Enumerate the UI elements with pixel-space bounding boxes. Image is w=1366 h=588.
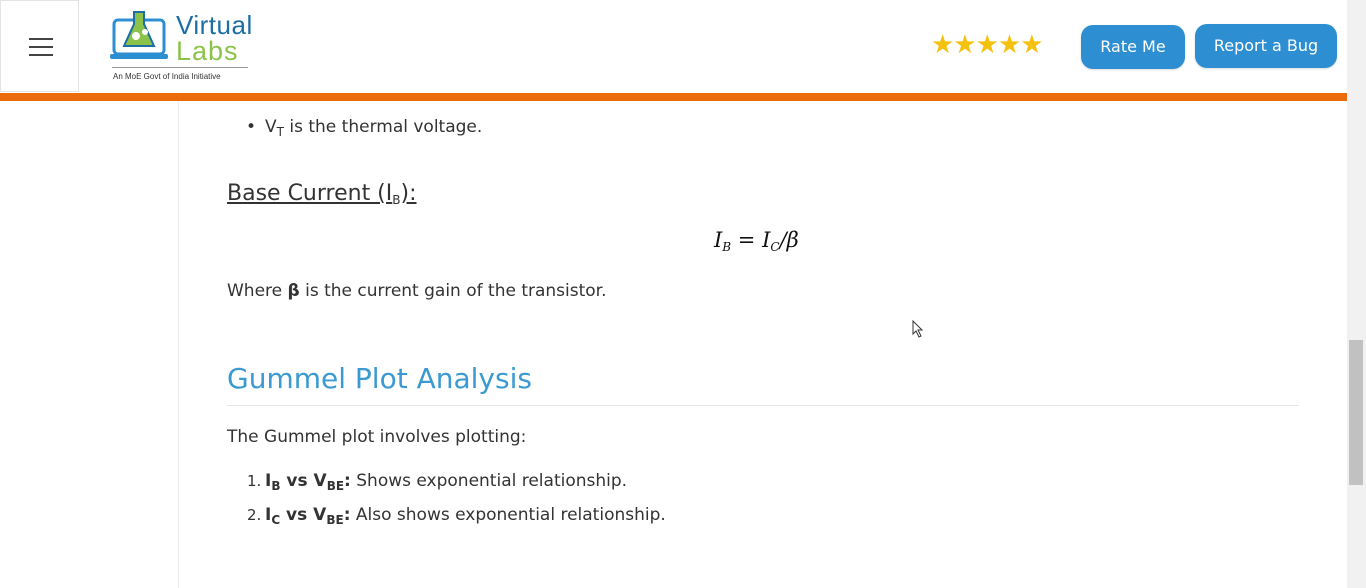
vt-description: is the thermal voltage. — [283, 117, 483, 137]
page-scrollbar[interactable] — [1347, 0, 1366, 588]
menu-bar-icon — [29, 54, 53, 56]
base-current-heading: Base Current (IB): — [227, 181, 417, 207]
logo-divider — [112, 67, 248, 68]
beta-explanation: Where β is the current gain of the trans… — [227, 281, 607, 301]
logo-tagline: An MoE Govt of India Initiative — [113, 72, 221, 81]
vt-subscript: T — [276, 125, 284, 139]
logo-word-labs: Labs — [176, 36, 239, 66]
list-item: 1. IB vs VBE: Shows exponential relations… — [247, 471, 628, 493]
hamburger-menu-button[interactable] — [0, 0, 79, 92]
gummel-intro: The Gummel plot involves plotting: — [227, 427, 527, 447]
mouse-cursor-icon — [912, 320, 924, 338]
header-accent-bar — [0, 93, 1347, 101]
base-current-equation: IB = IC/β — [714, 228, 799, 254]
vt-symbol: V — [265, 117, 277, 137]
report-bug-button[interactable]: Report a Bug — [1195, 24, 1337, 68]
rate-me-button[interactable]: Rate Me — [1081, 25, 1185, 69]
gummel-heading: Gummel Plot Analysis — [227, 362, 532, 395]
flask-monitor-icon — [110, 11, 168, 59]
list-item: 2. IC vs VBE: Also shows exponential rela… — [247, 505, 666, 527]
virtual-labs-logo[interactable]: Virtual Labs An MoE Govt of India Initia… — [108, 6, 258, 86]
sidebar-divider — [178, 101, 179, 588]
site-header: Virtual Labs An MoE Govt of India Initia… — [0, 0, 1347, 93]
rating-stars[interactable]: ★★★★★ — [931, 30, 1044, 58]
menu-bar-icon — [29, 46, 53, 48]
section-divider — [227, 405, 1299, 406]
bullet-dot-icon: • — [246, 117, 257, 137]
menu-bar-icon — [29, 38, 53, 40]
scrollbar-thumb[interactable] — [1349, 340, 1363, 485]
